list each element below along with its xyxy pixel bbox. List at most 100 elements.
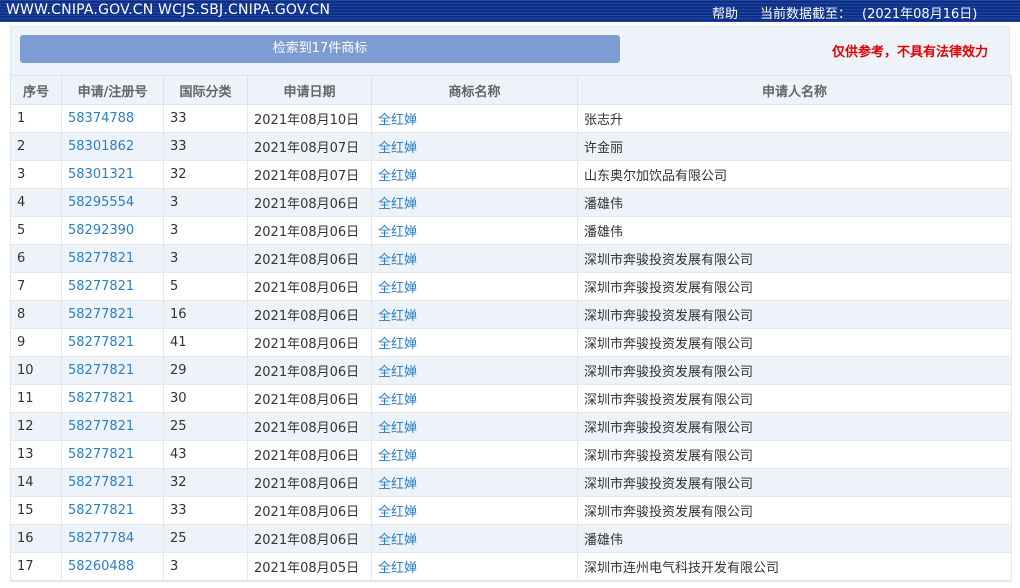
application-date: 2021年08月06日: [247, 440, 372, 469]
col-index-header: 序号: [10, 75, 62, 105]
reg-number-link[interactable]: 58374788: [68, 111, 134, 126]
intl-class: 30: [163, 384, 248, 413]
mark-name-link[interactable]: 全红婵: [378, 365, 417, 380]
row-index: 5: [10, 216, 62, 245]
cell-reg: 58277821: [61, 328, 164, 357]
row-index: 13: [10, 440, 62, 469]
cell-mark: 全红婵: [371, 468, 578, 497]
search-result-button[interactable]: 检索到17件商标: [20, 35, 620, 63]
cell-reg: 58277821: [61, 412, 164, 441]
application-date: 2021年08月06日: [247, 496, 372, 525]
row-index: 3: [10, 160, 62, 189]
reg-number-link[interactable]: 58277821: [68, 447, 134, 462]
row-index: 12: [10, 412, 62, 441]
table-row: 17 58260488 3 2021年08月05日 全红婵 深圳市连州电气科技开发有限公司: [10, 552, 1012, 581]
reg-number-link[interactable]: 58301321: [68, 167, 134, 182]
mark-name-link[interactable]: 全红婵: [378, 197, 417, 212]
cell-mark: 全红婵: [371, 552, 578, 581]
reg-number-link[interactable]: 58277821: [68, 307, 134, 322]
mark-name-link[interactable]: 全红婵: [378, 309, 417, 324]
reg-number-link[interactable]: 58292390: [68, 223, 134, 238]
mark-name-link[interactable]: 全红婵: [378, 533, 417, 548]
cell-reg: 58277821: [61, 440, 164, 469]
site-domains: WWW.CNIPA.GOV.CN WCJS.SBJ.CNIPA.GOV.CN: [6, 2, 331, 18]
table-row: 3 58301321 32 2021年08月07日 全红婵 山东奥尔加饮品有限公司: [10, 160, 1012, 189]
mark-name-link[interactable]: 全红婵: [378, 253, 417, 268]
mark-name-link[interactable]: 全红婵: [378, 113, 417, 128]
intl-class: 41: [163, 328, 248, 357]
reg-number-link[interactable]: 58260488: [68, 559, 134, 574]
intl-class: 43: [163, 440, 248, 469]
applicant-name: 潘雄伟: [577, 188, 1012, 217]
mark-name-link[interactable]: 全红婵: [378, 505, 417, 520]
applicant-name: 深圳市奔骏投资发展有限公司: [577, 272, 1012, 301]
intl-class: 32: [163, 468, 248, 497]
cell-mark: 全红婵: [371, 384, 578, 413]
row-index: 14: [10, 468, 62, 497]
top-banner: WWW.CNIPA.GOV.CN WCJS.SBJ.CNIPA.GOV.CN 帮…: [0, 0, 1020, 22]
cell-reg: 58277784: [61, 524, 164, 553]
reg-number-link[interactable]: 58277821: [68, 475, 134, 490]
intl-class: 3: [163, 552, 248, 581]
legal-disclaimer: 仅供参考，不具有法律效力: [832, 45, 989, 60]
cell-mark: 全红婵: [371, 440, 578, 469]
mark-name-link[interactable]: 全红婵: [378, 169, 417, 184]
reg-number-link[interactable]: 58277821: [68, 419, 134, 434]
cell-reg: 58277821: [61, 384, 164, 413]
help-link[interactable]: 帮助: [712, 3, 738, 22]
table-row: 6 58277821 3 2021年08月06日 全红婵 深圳市奔骏投资发展有限公司: [10, 244, 1012, 273]
mark-name-link[interactable]: 全红婵: [378, 337, 417, 352]
mark-name-link[interactable]: 全红婵: [378, 561, 417, 576]
applicant-name: 深圳市连州电气科技开发有限公司: [577, 552, 1012, 581]
reg-number-link[interactable]: 58277821: [68, 279, 134, 294]
row-index: 2: [10, 132, 62, 161]
row-index: 7: [10, 272, 62, 301]
cell-mark: 全红婵: [371, 216, 578, 245]
cell-mark: 全红婵: [371, 244, 578, 273]
reg-number-link[interactable]: 58277821: [68, 503, 134, 518]
reg-number-link[interactable]: 58277784: [68, 531, 134, 546]
table-row: 12 58277821 25 2021年08月06日 全红婵 深圳市奔骏投资发展有限公司: [10, 412, 1012, 441]
col-mark-name-header: 商标名称: [371, 75, 578, 105]
cell-reg: 58301862: [61, 132, 164, 161]
reg-number-link[interactable]: 58295554: [68, 195, 134, 210]
applicant-name: 深圳市奔骏投资发展有限公司: [577, 384, 1012, 413]
mark-name-link[interactable]: 全红婵: [378, 141, 417, 156]
reg-number-link[interactable]: 58277821: [68, 251, 134, 266]
row-index: 11: [10, 384, 62, 413]
applicant-name: 张志升: [577, 104, 1012, 133]
application-date: 2021年08月06日: [247, 356, 372, 385]
cell-reg: 58277821: [61, 496, 164, 525]
table-body: 1 58374788 33 2021年08月10日 全红婵 张志升 2 58301862 33 2…: [10, 104, 1012, 581]
reg-number-link[interactable]: 58277821: [68, 335, 134, 350]
data-date-label: 当前数据截至：: [760, 7, 852, 22]
applicant-name: 潘雄伟: [577, 216, 1012, 245]
cell-mark: 全红婵: [371, 412, 578, 441]
intl-class: 25: [163, 524, 248, 553]
cell-reg: 58277821: [61, 244, 164, 273]
results-table: 序号 申请/注册号 国际分类 申请日期 商标名称 申请人名称 1 58374788 33 202…: [10, 75, 1012, 581]
reg-number-link[interactable]: 58301862: [68, 139, 134, 154]
application-date: 2021年08月06日: [247, 328, 372, 357]
intl-class: 33: [163, 132, 248, 161]
mark-name-link[interactable]: 全红婵: [378, 421, 417, 436]
mark-name-link[interactable]: 全红婵: [378, 477, 417, 492]
application-date: 2021年08月06日: [247, 216, 372, 245]
row-index: 1: [10, 104, 62, 133]
row-index: 4: [10, 188, 62, 217]
mark-name-link[interactable]: 全红婵: [378, 281, 417, 296]
cell-mark: 全红婵: [371, 188, 578, 217]
cell-mark: 全红婵: [371, 160, 578, 189]
intl-class: 25: [163, 412, 248, 441]
mark-name-link[interactable]: 全红婵: [378, 225, 417, 240]
reg-number-link[interactable]: 58277821: [68, 363, 134, 378]
reg-number-link[interactable]: 58277821: [68, 391, 134, 406]
application-date: 2021年08月05日: [247, 552, 372, 581]
mark-name-link[interactable]: 全红婵: [378, 393, 417, 408]
table-row: 7 58277821 5 2021年08月06日 全红婵 深圳市奔骏投资发展有限公司: [10, 272, 1012, 301]
mark-name-link[interactable]: 全红婵: [378, 449, 417, 464]
col-applicant-header: 申请人名称: [577, 75, 1012, 105]
cell-mark: 全红婵: [371, 496, 578, 525]
applicant-name: 深圳市奔骏投资发展有限公司: [577, 328, 1012, 357]
application-date: 2021年08月06日: [247, 524, 372, 553]
